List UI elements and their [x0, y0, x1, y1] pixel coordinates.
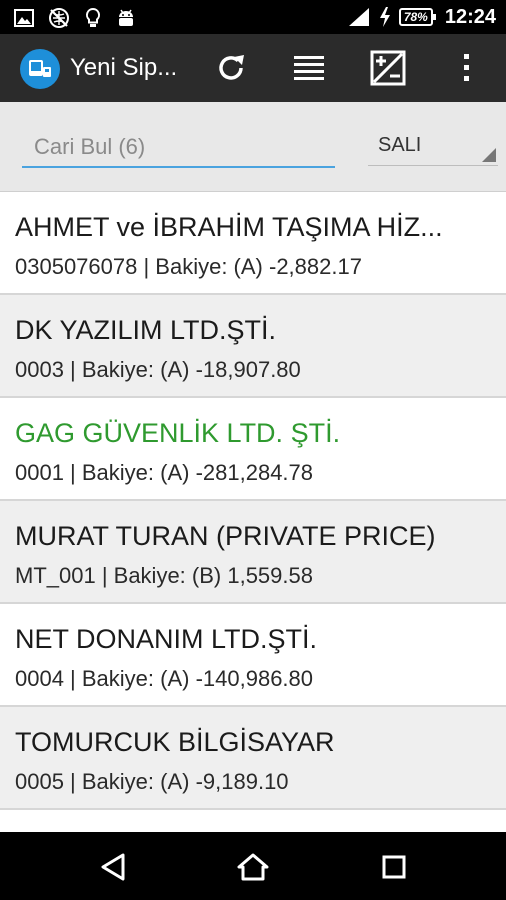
customer-detail: 0004 | Bakiye: (A) -140,986.80: [15, 666, 314, 691]
customer-name: NET DONANIM LTD.ŞTİ.: [15, 624, 318, 654]
list-view-button[interactable]: [289, 48, 329, 88]
notification-icons: [14, 7, 136, 29]
customer-list: AHMET ve İBRAHİM TAŞIMA HİZ... 030507607…: [0, 192, 506, 832]
customer-detail: MT_001 | Bakiye: (B) 1,559.58: [15, 563, 313, 588]
back-icon: [101, 853, 125, 881]
list-item[interactable]: NET DONANIM LTD.ŞTİ. 0004 | Bakiye: (A) …: [0, 604, 506, 707]
back-button[interactable]: [95, 849, 131, 885]
list-icon: [294, 56, 324, 80]
customer-detail: 0005 | Bakiye: (A) -9,189.10: [15, 769, 289, 794]
overflow-menu-icon: [464, 54, 469, 81]
day-select-value: SALI: [378, 134, 422, 156]
recents-button[interactable]: [376, 849, 412, 885]
charging-icon: [379, 7, 390, 27]
recents-icon: [382, 855, 406, 879]
system-status: 78% 12:24: [347, 0, 496, 34]
dropdown-arrow-icon: [482, 148, 496, 162]
customer-name: MURAT TURAN (PRIVATE PRICE): [15, 521, 436, 551]
customer-name: TOMURCUK BİLGİSAYAR: [15, 727, 335, 757]
customer-detail: 0001 | Bakiye: (A) -281,284.78: [15, 460, 314, 485]
search-input[interactable]: [22, 128, 335, 168]
clock: 12:24: [444, 5, 496, 28]
home-button[interactable]: [235, 849, 271, 885]
day-select[interactable]: SALI: [368, 128, 498, 166]
list-item-partial[interactable]: [0, 810, 506, 832]
list-item[interactable]: GAG GÜVENLİK LTD. ŞTİ. 0001 | Bakiye: (A…: [0, 398, 506, 501]
customer-name: GAG GÜVENLİK LTD. ŞTİ.: [15, 418, 341, 448]
action-bar: Yeni Sip...: [0, 34, 506, 102]
app-logo-icon[interactable]: [20, 49, 60, 89]
list-item[interactable]: TOMURCUK BİLGİSAYAR 0005 | Bakiye: (A) -…: [0, 707, 506, 810]
customer-name: AHMET ve İBRAHİM TAŞIMA HİZ...: [15, 212, 443, 242]
overflow-menu-button[interactable]: [446, 48, 486, 88]
page-title: Yeni Sip...: [70, 54, 178, 81]
customer-detail: 0305076078 | Bakiye: (A) -2,882.17: [15, 254, 362, 279]
list-item[interactable]: MURAT TURAN (PRIVATE PRICE) MT_001 | Bak…: [0, 501, 506, 604]
battery-indicator: 78%: [398, 8, 436, 26]
no-location-icon: [49, 8, 69, 28]
android-icon: [119, 9, 133, 26]
list-item[interactable]: AHMET ve İBRAHİM TAŞIMA HİZ... 030507607…: [0, 192, 506, 295]
plus-minus-button[interactable]: [368, 48, 408, 88]
home-icon: [237, 853, 269, 881]
navigation-bar: [0, 832, 506, 900]
refresh-button[interactable]: [211, 48, 251, 88]
list-item[interactable]: DK YAZILIM LTD.ŞTİ. 0003 | Bakiye: (A) -…: [0, 295, 506, 398]
customer-detail: 0003 | Bakiye: (A) -18,907.80: [15, 357, 301, 382]
customer-name: DK YAZILIM LTD.ŞTİ.: [15, 315, 277, 345]
status-bar: 78% 12:24: [0, 0, 506, 34]
refresh-icon: [219, 55, 244, 80]
bulb-icon: [85, 7, 101, 27]
plus-minus-icon: [370, 50, 406, 86]
image-icon: [14, 9, 34, 27]
signal-icon: [348, 8, 369, 26]
